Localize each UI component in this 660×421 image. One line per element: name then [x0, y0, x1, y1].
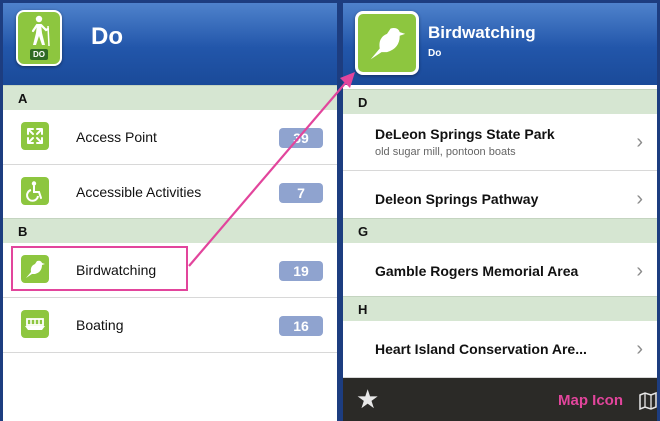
wheelchair-icon	[21, 177, 49, 205]
section-letter: H	[358, 302, 368, 317]
section-header-h: H	[343, 296, 657, 322]
list-item-label: Birdwatching	[76, 262, 157, 278]
header-icon-badge: DO	[30, 49, 48, 60]
list-item-label: Access Point	[76, 129, 157, 145]
section-header-d: D	[343, 89, 657, 115]
bird-icon	[21, 255, 49, 283]
list-item-accessible-activities[interactable]: Accessible Activities 7	[3, 165, 337, 220]
section-letter: G	[358, 224, 369, 239]
chevron-right-icon: ›	[636, 131, 643, 153]
map-icon-label: Map Icon	[558, 392, 624, 409]
page-title: Birdwatching	[428, 23, 536, 42]
bottom-toolbar: ★ Map Icon	[343, 378, 657, 421]
list-item-birdwatching[interactable]: Birdwatching 19	[3, 243, 337, 298]
section-letter: B	[18, 224, 28, 239]
count-badge: 19	[279, 261, 323, 281]
hiker-icon: DO	[16, 10, 62, 66]
section-header-b: B	[3, 218, 337, 244]
list-item-title: Deleon Springs Pathway	[375, 191, 539, 207]
access-point-icon	[21, 122, 49, 150]
bird-icon	[355, 11, 419, 75]
boat-icon	[21, 310, 49, 338]
list-item-title: Heart Island Conservation Are...	[375, 341, 587, 357]
list-item-deleon-springs-state-park[interactable]: DeLeon Springs State Park old sugar mill…	[343, 114, 657, 171]
list-item-subtitle: old sugar mill, pontoon boats	[375, 146, 516, 158]
do-category-screen: DO Do A Access Point 39 Accessible Activ…	[3, 3, 337, 421]
chevron-right-icon: ›	[636, 260, 643, 282]
section-letter: D	[358, 95, 368, 110]
list-item-gamble-rogers[interactable]: Gamble Rogers Memorial Area ›	[343, 243, 657, 300]
star-icon[interactable]: ★	[356, 384, 379, 415]
list-item-access-point[interactable]: Access Point 39	[3, 110, 337, 165]
list-item-title: DeLeon Springs State Park	[375, 126, 555, 142]
chevron-right-icon: ›	[636, 188, 643, 210]
count-badge: 16	[279, 316, 323, 336]
list-item-title: Gamble Rogers Memorial Area	[375, 263, 579, 279]
count-badge: 7	[279, 183, 323, 203]
page-title: Do	[91, 23, 123, 50]
list-item-label: Boating	[76, 317, 124, 333]
count-badge: 39	[279, 128, 323, 148]
list-item-label: Accessible Activities	[76, 184, 202, 200]
list-item-heart-island[interactable]: Heart Island Conservation Are... ›	[343, 321, 657, 378]
section-header-a: A	[3, 85, 337, 111]
chevron-right-icon: ›	[636, 338, 643, 360]
birdwatching-screen: Birdwatching Do D DeLeon Springs State P…	[343, 3, 657, 421]
map-icon[interactable]	[639, 391, 657, 415]
page-subtitle: Do	[428, 48, 442, 59]
list-item-boating[interactable]: Boating 16	[3, 298, 337, 353]
right-header: Birdwatching Do	[343, 3, 657, 85]
section-letter: A	[18, 91, 28, 106]
left-header: DO Do	[3, 3, 337, 85]
section-header-g: G	[343, 218, 657, 244]
